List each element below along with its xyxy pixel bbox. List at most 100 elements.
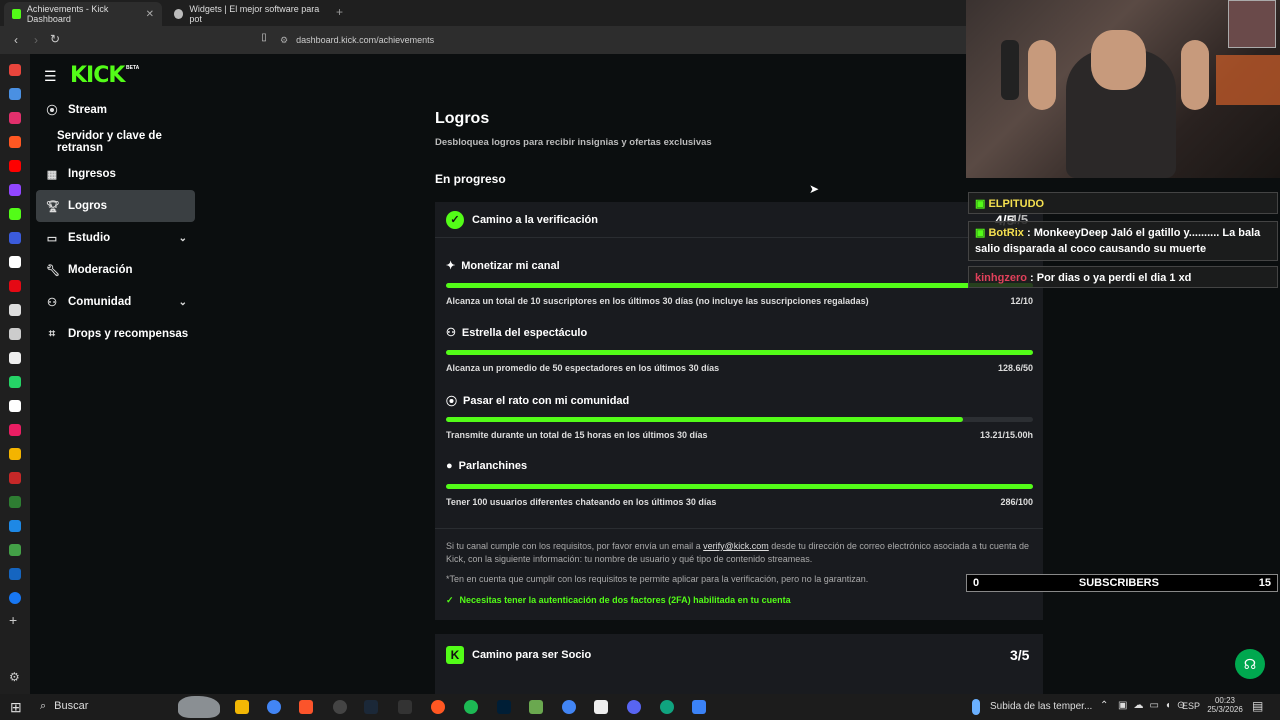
sparkle-icon: ✦ xyxy=(446,260,456,272)
site-info-icon[interactable]: ⚙ xyxy=(280,35,288,46)
instagram-icon[interactable] xyxy=(9,112,21,124)
epic-games-icon[interactable] xyxy=(398,700,412,714)
streamer-hand-right xyxy=(1181,40,1209,110)
steam-icon[interactable] xyxy=(364,700,378,714)
kick-logo[interactable]: KICK xyxy=(70,63,125,88)
sidebar-item-comunidad[interactable]: ⚇ Comunidad ⌄ xyxy=(36,286,195,318)
file-explorer-icon[interactable] xyxy=(235,700,249,714)
card-title: Camino para ser Socio xyxy=(472,649,592,661)
tab-achievements[interactable]: Achievements - Kick Dashboard ✕ xyxy=(4,2,162,26)
kick-badge-icon: ▣ xyxy=(975,227,986,239)
twofa-requirement: ✓ Necesitas tener la autenticación de dos… xyxy=(446,595,791,605)
chatgpt-icon[interactable] xyxy=(660,700,674,714)
app-icon[interactable] xyxy=(9,472,21,484)
sidebar-item-logros[interactable]: 🏆︎ Logros xyxy=(36,190,195,222)
mouse-cursor-icon: ➤ xyxy=(809,182,820,196)
app-icon[interactable] xyxy=(9,232,21,244)
app-icon[interactable] xyxy=(9,88,21,100)
windows-start-icon[interactable]: ⊞ xyxy=(10,699,22,716)
app-icon[interactable] xyxy=(9,424,21,436)
facebook-icon[interactable] xyxy=(9,592,21,604)
chevron-down-icon: ⌄ xyxy=(178,296,187,308)
app-icon[interactable] xyxy=(9,448,21,460)
brave-icon[interactable] xyxy=(299,700,313,714)
reload-icon[interactable]: ↻ xyxy=(45,32,65,46)
app-icon[interactable] xyxy=(692,700,706,714)
divider xyxy=(435,528,1043,529)
support-chat-icon[interactable]: ☊ xyxy=(1235,649,1265,679)
partner-card[interactable]: K Camino para ser Socio 3/5 xyxy=(435,634,1043,694)
sidebar-item-server-key[interactable]: Servidor y clave de retransn xyxy=(36,126,195,158)
chrome-icon[interactable] xyxy=(267,700,281,714)
achievement-progress-bar xyxy=(446,283,1033,288)
photoshop-icon[interactable] xyxy=(497,700,511,714)
hamburger-menu-icon[interactable]: ☰ xyxy=(44,68,57,85)
obs-icon[interactable] xyxy=(333,700,347,714)
system-tray-icons[interactable]: ▣☁▭◖⊙ xyxy=(1118,700,1191,711)
page-subtitle: Desbloquea logros para recibir insignias… xyxy=(435,137,712,148)
forward-icon[interactable]: › xyxy=(26,33,46,47)
taskbar-search[interactable]: ⌕ Buscar xyxy=(40,700,88,713)
beta-badge: BETA xyxy=(126,65,140,71)
app-icon[interactable] xyxy=(9,496,21,508)
chat-message: ▣ ELPITUDO xyxy=(968,192,1278,214)
new-tab-icon[interactable]: + xyxy=(336,5,343,19)
chevron-up-icon[interactable]: ⌃ xyxy=(1100,700,1108,711)
close-tab-icon[interactable]: ✕ xyxy=(146,9,154,20)
app-icon[interactable] xyxy=(9,64,21,76)
app-icon[interactable] xyxy=(9,256,21,268)
notion-icon[interactable] xyxy=(9,400,21,412)
url-field[interactable]: ⚙ dashboard.kick.com/achievements xyxy=(280,30,970,50)
language-indicator[interactable]: ESP xyxy=(1182,701,1200,711)
sidebar-item-ingresos[interactable]: ▦ Ingresos xyxy=(36,158,195,190)
app-icon[interactable] xyxy=(9,136,21,148)
weather-widget[interactable]: Subida de las temper... xyxy=(990,701,1092,712)
clock[interactable]: 00:23 25/3/2026 xyxy=(1205,696,1245,714)
tab-widgets[interactable]: Widgets | El mejor software para pot xyxy=(166,2,334,26)
microphone xyxy=(1001,40,1019,100)
wrench-icon: 🔧︎ xyxy=(46,264,60,277)
settings-gear-icon[interactable]: ⚙ xyxy=(9,670,20,684)
sidebar-item-estudio[interactable]: ▭ Estudio ⌄ xyxy=(36,222,195,254)
youtube-icon[interactable] xyxy=(9,160,21,172)
kick-icon[interactable] xyxy=(9,208,21,220)
tiktok-icon[interactable] xyxy=(9,304,21,316)
notifications-icon[interactable]: ▤ xyxy=(1252,699,1263,713)
progress-fill xyxy=(446,350,1033,355)
sidebar-item-moderacion[interactable]: 🔧︎ Moderación xyxy=(36,254,195,286)
chrome-icon[interactable] xyxy=(562,700,576,714)
verification-note: Si tu canal cumple con los requisitos, p… xyxy=(446,541,1029,564)
gif-icon[interactable] xyxy=(9,520,21,532)
bookmark-icon[interactable]: ▯ xyxy=(254,32,274,43)
achievement-description: Tener 100 usuarios diferentes chateando … xyxy=(446,497,717,507)
app-icon[interactable] xyxy=(529,700,543,714)
progress-fill xyxy=(446,484,1033,489)
achievement-value: 12/10 xyxy=(1010,296,1033,306)
achievement-value: 286/100 xyxy=(1000,497,1033,507)
sheets-icon[interactable] xyxy=(9,544,21,556)
chat-text: Por dias o ya perdi el dia 1 xd xyxy=(1036,272,1192,284)
discord-icon[interactable] xyxy=(627,700,641,714)
spotify-icon[interactable] xyxy=(464,700,478,714)
chat-username: BotRix xyxy=(988,227,1024,239)
app-icon[interactable] xyxy=(9,568,21,580)
twitch-icon[interactable] xyxy=(9,184,21,196)
x-icon[interactable] xyxy=(9,328,21,340)
widgets-favicon-icon xyxy=(174,9,184,19)
broadcast-icon: ⦿ xyxy=(446,396,457,408)
manatee-widget-icon[interactable] xyxy=(178,696,220,718)
achievement-title: ✦ Monetizar mi canal xyxy=(446,259,560,273)
subscribers-widget: 0 SUBSCRIBERS 15 xyxy=(966,574,1278,592)
sidebar-item-drops[interactable]: ⌗ Drops y recompensas xyxy=(36,318,195,350)
verify-email-link[interactable]: verify@kick.com xyxy=(703,541,769,551)
netflix-icon[interactable] xyxy=(9,280,21,292)
app-icon[interactable] xyxy=(9,352,21,364)
kick-favicon-icon xyxy=(12,9,21,19)
add-icon[interactable]: + xyxy=(9,612,17,628)
app-icon[interactable] xyxy=(431,700,445,714)
sidebar-item-stream[interactable]: ⦿ Stream xyxy=(36,94,195,126)
back-icon[interactable]: ‹ xyxy=(6,33,26,47)
app-icon[interactable] xyxy=(9,376,21,388)
capcut-icon[interactable] xyxy=(594,700,608,714)
thermometer-icon xyxy=(972,699,980,715)
